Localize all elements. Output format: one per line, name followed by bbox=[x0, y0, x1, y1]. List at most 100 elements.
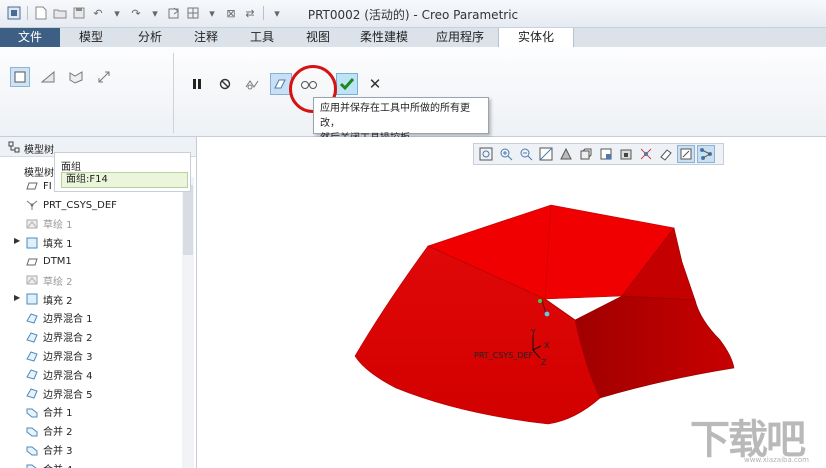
merge-icon bbox=[26, 462, 38, 468]
checkmark-icon bbox=[339, 78, 355, 91]
no-preview-icon[interactable] bbox=[214, 73, 236, 95]
control-buttons: ✕ bbox=[186, 73, 386, 95]
perspective-icon[interactable] bbox=[617, 145, 635, 163]
annotation-display-icon[interactable] bbox=[657, 145, 675, 163]
expand-arrow-icon[interactable]: ▶ bbox=[14, 293, 20, 302]
tree-item-label: 边界混合 3 bbox=[43, 352, 93, 364]
tree-item[interactable]: 草绘 2 bbox=[0, 271, 182, 290]
tree-item-label: 边界混合 1 bbox=[43, 314, 93, 326]
tree-item[interactable]: 合并 1 bbox=[0, 403, 182, 422]
tab-model[interactable]: 模型 bbox=[60, 28, 122, 47]
tree-item[interactable]: PRT_CSYS_DEF bbox=[0, 196, 182, 215]
ok-checkmark-button[interactable] bbox=[336, 73, 358, 95]
csys-display-icon[interactable] bbox=[697, 145, 715, 163]
scrollbar-thumb[interactable] bbox=[183, 185, 193, 255]
plane-icon bbox=[26, 180, 38, 192]
zoom-out-icon[interactable] bbox=[517, 145, 535, 163]
blend-icon bbox=[26, 312, 38, 324]
flip-direction-icon[interactable] bbox=[94, 67, 114, 87]
tree-item[interactable]: 边界混合 3 bbox=[0, 346, 182, 365]
popup-title: 面组 bbox=[61, 162, 81, 173]
merge-icon bbox=[26, 406, 38, 418]
tree-item-label: 草绘 1 bbox=[43, 220, 73, 232]
solid-fill-icon[interactable] bbox=[10, 67, 30, 87]
datum-display-icon[interactable] bbox=[637, 145, 655, 163]
window-title: PRT0002 (活动的) - Creo Parametric bbox=[307, 8, 519, 22]
reference-popup: 面组 面组:F14 bbox=[54, 152, 191, 192]
tree-item-label: 填充 2 bbox=[43, 295, 73, 307]
tree-item-label: 边界混合 5 bbox=[43, 389, 93, 401]
plane-icon bbox=[26, 256, 38, 268]
view-manager-icon[interactable] bbox=[597, 145, 615, 163]
title-bar: ↶ ▾ ↷ ▾ ▾ ⊠ ⇄ ▾ PRT0002 (活动的) - Creo Par… bbox=[0, 0, 826, 28]
ribbon-tabs: 文件 模型 分析 注释 工具 视图 柔性建模 应用程序 实体化 bbox=[0, 28, 826, 47]
tab-tools[interactable]: 工具 bbox=[234, 28, 290, 47]
tree-item-label: 合并 2 bbox=[43, 427, 73, 439]
tab-flexible-modeling[interactable]: 柔性建模 bbox=[346, 28, 422, 47]
tree-item[interactable]: 草绘 1 bbox=[0, 215, 182, 234]
tree-item-label: 填充 1 bbox=[43, 239, 73, 251]
tree-icon bbox=[8, 141, 20, 156]
tab-applications[interactable]: 应用程序 bbox=[422, 28, 498, 47]
quilt-reference-field[interactable]: 面组:F14 bbox=[61, 172, 188, 188]
csys-label: PRT_CSYS_DEF bbox=[474, 351, 534, 360]
fill-icon bbox=[26, 237, 38, 249]
solidify-options bbox=[10, 67, 114, 87]
blend-icon bbox=[26, 331, 38, 343]
blend-icon bbox=[26, 387, 38, 399]
fill-icon bbox=[26, 293, 38, 305]
tree-item[interactable]: 边界混合 1 bbox=[0, 309, 182, 328]
saved-orientations-icon[interactable] bbox=[577, 145, 595, 163]
tree-scrollbar[interactable] bbox=[182, 177, 194, 468]
tree-item-label: 合并 3 bbox=[43, 446, 73, 458]
tree-item-label: 草绘 2 bbox=[43, 276, 73, 288]
tree-item[interactable]: 合并 2 bbox=[0, 421, 182, 440]
remove-material-icon[interactable] bbox=[38, 67, 58, 87]
blend-icon bbox=[26, 368, 38, 380]
tree-item-label: PRT_CSYS_DEF bbox=[43, 199, 117, 211]
display-style-icon[interactable] bbox=[557, 145, 575, 163]
preview-icon[interactable] bbox=[242, 73, 264, 95]
tree-item-label: 边界混合 2 bbox=[43, 333, 93, 345]
tree-item-label: 边界混合 4 bbox=[43, 370, 93, 382]
tooltip: 应用并保存在工具中所做的所有更改， 然后关闭工具操控板。 bbox=[313, 97, 489, 144]
tree-item[interactable]: DTM1 bbox=[0, 252, 182, 271]
refit-icon[interactable] bbox=[477, 145, 495, 163]
model-tree: FI PRT_CSYS_DEF 草绘 1 ▶ 填充 1 DTM1 草绘 2 ▶ 填充 2 边界混合… bbox=[0, 177, 182, 468]
expand-arrow-icon[interactable]: ▶ bbox=[14, 236, 20, 245]
tree-item[interactable]: 边界混合 2 bbox=[0, 327, 182, 346]
tree-item-label: 合并 4 bbox=[43, 461, 73, 468]
tab-analysis[interactable]: 分析 bbox=[122, 28, 178, 47]
merge-icon bbox=[26, 444, 38, 456]
axis-x-label: X bbox=[544, 341, 550, 350]
tree-item[interactable]: ▶ 填充 1 bbox=[0, 233, 182, 252]
axis-y-label: Y bbox=[531, 328, 536, 337]
csys-icon bbox=[26, 199, 38, 211]
panel-title: 模型树 bbox=[24, 145, 54, 156]
axis-z-label: Z bbox=[541, 358, 547, 367]
repaint-icon[interactable] bbox=[537, 145, 555, 163]
tree-item[interactable]: 边界混合 5 bbox=[0, 384, 182, 403]
tree-item[interactable]: 边界混合 4 bbox=[0, 365, 182, 384]
tab-file[interactable]: 文件 bbox=[0, 28, 60, 47]
pause-icon[interactable] bbox=[186, 73, 208, 95]
replace-patch-icon[interactable] bbox=[66, 67, 86, 87]
tree-item[interactable]: ▶ 填充 2 bbox=[0, 290, 182, 309]
tab-view[interactable]: 视图 bbox=[290, 28, 346, 47]
tab-solidify[interactable]: 实体化 bbox=[498, 28, 574, 47]
tree-item-label: DTM1 bbox=[43, 256, 72, 268]
sketch-icon bbox=[26, 218, 38, 230]
tree-item-label: 合并 1 bbox=[43, 408, 73, 420]
tab-annotate[interactable]: 注释 bbox=[178, 28, 234, 47]
zoom-in-icon[interactable] bbox=[497, 145, 515, 163]
sketch-icon bbox=[26, 274, 38, 286]
graphics-toolbar bbox=[473, 143, 724, 165]
tree-item-label: FI bbox=[43, 180, 52, 192]
watermark-url: www.xiazaiba.com bbox=[744, 456, 809, 464]
tree-item[interactable]: 合并 3 bbox=[0, 440, 182, 459]
cancel-x-button[interactable]: ✕ bbox=[364, 73, 386, 95]
blend-icon bbox=[26, 350, 38, 362]
tooltip-line: 应用并保存在工具中所做的所有更改， bbox=[320, 103, 470, 129]
spin-center-icon[interactable] bbox=[677, 145, 695, 163]
tree-item[interactable]: 合并 4 bbox=[0, 459, 182, 468]
